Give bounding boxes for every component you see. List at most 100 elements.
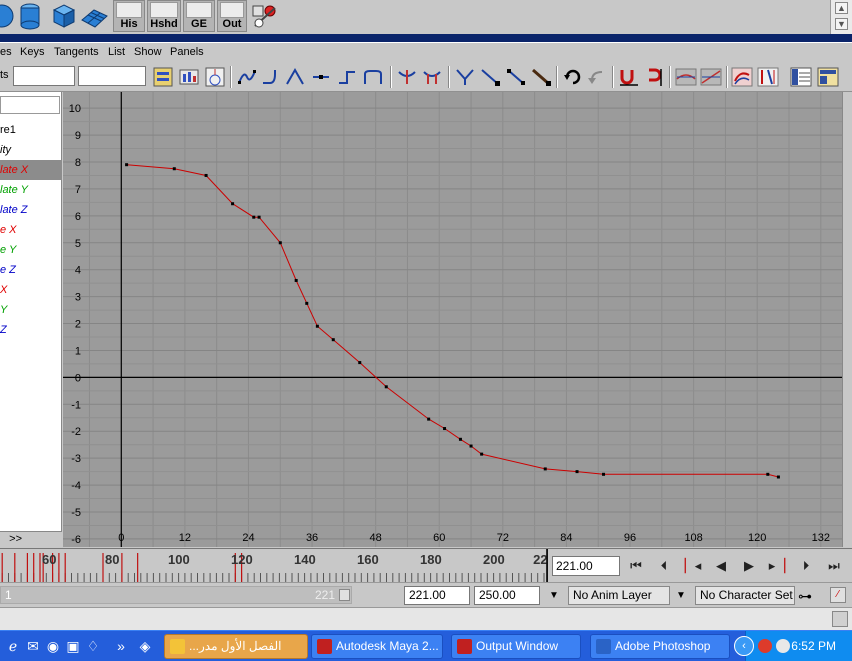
playback-end-field[interactable]: 221.00 [404, 586, 470, 605]
outliner-item[interactable]: re1 [0, 120, 62, 140]
menu-panels[interactable]: Panels [170, 46, 204, 58]
menu-list[interactable]: List [108, 46, 125, 58]
hypershade-button[interactable]: Hshd [147, 0, 181, 32]
task-photoshop[interactable]: Adobe Photoshop [590, 634, 730, 659]
paint-tool-icon[interactable] [250, 2, 280, 30]
time-label: 180 [420, 552, 442, 567]
outliner-item[interactable]: Z [0, 320, 62, 340]
outliner-expand-button[interactable]: >> [0, 531, 62, 547]
shelf-button-graphic [186, 2, 212, 18]
animation-preferences-icon[interactable]: ⁄ [830, 587, 846, 603]
menu-curves[interactable]: es [0, 46, 12, 58]
frame-field[interactable] [13, 66, 75, 86]
shelf-scrollbar[interactable]: ▲ ▼ [830, 0, 852, 34]
move-nearest-key-icon[interactable] [152, 66, 174, 88]
channel-box-icon[interactable] [790, 66, 812, 88]
volume-icon[interactable] [776, 639, 790, 653]
flat-tangent-icon[interactable] [310, 66, 332, 88]
go-to-start-icon[interactable]: ⏮ [625, 557, 647, 575]
task-folder-arabic[interactable]: ...الفصل الأول مدر [164, 634, 308, 659]
keyframe-point [766, 472, 770, 476]
outliner-item[interactable]: X [0, 280, 62, 300]
outliner-item[interactable]: e Y [0, 240, 62, 260]
trax-editor-icon[interactable] [757, 66, 779, 88]
range-slider-bar[interactable]: 1 221 [0, 586, 352, 604]
graph-view[interactable]: 10 9 8 7 6 5 4 3 2 1 0 -1 -2 -3 -4 -5 -6 0 12 24 36 48 60 72 84 9… [63, 92, 842, 547]
auto-load-icon[interactable] [562, 66, 584, 88]
outliner-item[interactable]: late Y [0, 180, 62, 200]
files-quicklaunch-icon[interactable]: ▣ [64, 637, 82, 655]
play-backwards-icon[interactable]: ◀ [710, 557, 732, 575]
scroll-down-icon[interactable]: ▼ [835, 18, 848, 30]
task-output-window[interactable]: Output Window [451, 634, 581, 659]
outliner-item[interactable]: late X [0, 160, 62, 180]
value-field[interactable] [78, 66, 146, 86]
time-slider-track[interactable]: 60 80 100 120 140 160 180 200 22 [0, 549, 550, 583]
attribute-editor-icon[interactable] [817, 66, 839, 88]
keyframe-point [575, 470, 579, 474]
step-tangent-icon[interactable] [336, 66, 358, 88]
step-back-key-icon[interactable]: ⏴ [653, 557, 675, 575]
network-icon[interactable] [758, 639, 772, 653]
outliner-item[interactable]: ity [0, 140, 62, 160]
outliner-button[interactable]: Out [217, 0, 247, 32]
current-time-field[interactable]: 221.00 [552, 556, 620, 576]
play-forwards-icon[interactable]: ▶ [738, 557, 760, 575]
character-set-dropdown[interactable]: No Character Set [695, 586, 795, 605]
more-quicklaunch-icon[interactable]: » [112, 637, 130, 655]
anim-layer-dropdown[interactable]: No Anim Layer [568, 586, 670, 605]
normalize-curves-icon[interactable] [675, 66, 697, 88]
step-forward-frame-icon[interactable]: ▸▕ [766, 557, 788, 575]
y-tick-label: 9 [75, 130, 81, 142]
outlook-quicklaunch-icon[interactable]: ✉ [24, 637, 42, 655]
script-editor-icon[interactable] [832, 611, 848, 627]
lock-weight-icon[interactable] [530, 66, 552, 88]
dope-sheet-icon[interactable] [731, 66, 753, 88]
tray-expand-icon[interactable]: ‹ [734, 636, 754, 656]
outliner-item[interactable]: late Z [0, 200, 62, 220]
outliner-item[interactable]: e X [0, 220, 62, 240]
animation-end-field[interactable]: 250.00 [474, 586, 540, 605]
step-back-frame-icon[interactable]: ▏◂ [682, 557, 704, 575]
free-tangent-weight-icon[interactable] [454, 66, 476, 88]
task-maya[interactable]: Autodesk Maya 2... [311, 634, 443, 659]
unify-tangents-icon[interactable] [421, 66, 443, 88]
auto-key-icon[interactable]: ⊶ [798, 588, 824, 604]
value-snap-icon[interactable] [643, 66, 665, 88]
graph-editor-button[interactable]: GE [183, 0, 215, 32]
break-tangents-icon[interactable] [396, 66, 418, 88]
outliner-item[interactable]: e Z [0, 260, 62, 280]
menu-show[interactable]: Show [134, 46, 162, 58]
menu-tangents[interactable]: Tangents [54, 46, 99, 58]
time-slider[interactable]: 60 80 100 120 140 160 180 200 22 221.00 ⏮ ⏴ ▏◂ ◀… [0, 548, 852, 583]
maya-quicklaunch-icon[interactable]: ♢ [84, 637, 102, 655]
character-set-arrow-icon[interactable]: ▼ [670, 586, 692, 605]
range-handle-knob[interactable] [339, 589, 350, 601]
time-snap-icon[interactable] [618, 66, 640, 88]
spline-tangent-icon[interactable] [236, 66, 258, 88]
insert-keys-icon[interactable] [178, 66, 200, 88]
step-forward-key-icon[interactable]: ⏵ [795, 557, 817, 575]
linear-tangent-icon[interactable] [284, 66, 306, 88]
graph-canvas[interactable]: 109876543210-1-2-3-4-5-6 0 12 24 36 48 60 72 84 9… [63, 92, 842, 547]
menu-keys[interactable]: Keys [20, 46, 44, 58]
ie-quicklaunch-icon[interactable]: ℯ [4, 637, 22, 655]
scroll-up-icon[interactable]: ▲ [835, 2, 848, 14]
lock-tangent-weight-icon[interactable] [479, 66, 501, 88]
cube-icon[interactable] [48, 2, 76, 30]
app-quicklaunch-icon[interactable]: ◈ [136, 637, 154, 655]
clamped-tangent-icon[interactable] [260, 66, 282, 88]
load-selected-icon[interactable] [586, 66, 608, 88]
hypergraph-history-button[interactable]: His [113, 0, 145, 32]
outliner-filter-field[interactable] [0, 96, 60, 114]
plateau-tangent-icon[interactable] [362, 66, 384, 88]
cylinder-icon[interactable] [16, 2, 44, 30]
go-to-end-icon[interactable]: ⏭ [823, 557, 845, 575]
internet-quicklaunch-icon[interactable]: ◉ [44, 637, 62, 655]
lattice-deform-icon[interactable] [204, 66, 226, 88]
free-weight-icon[interactable] [505, 66, 527, 88]
plane-icon[interactable] [80, 2, 108, 30]
outliner-item[interactable]: Y [0, 300, 62, 320]
anim-layer-arrow-icon[interactable]: ▼ [543, 586, 565, 605]
denormalize-curves-icon[interactable] [700, 66, 722, 88]
